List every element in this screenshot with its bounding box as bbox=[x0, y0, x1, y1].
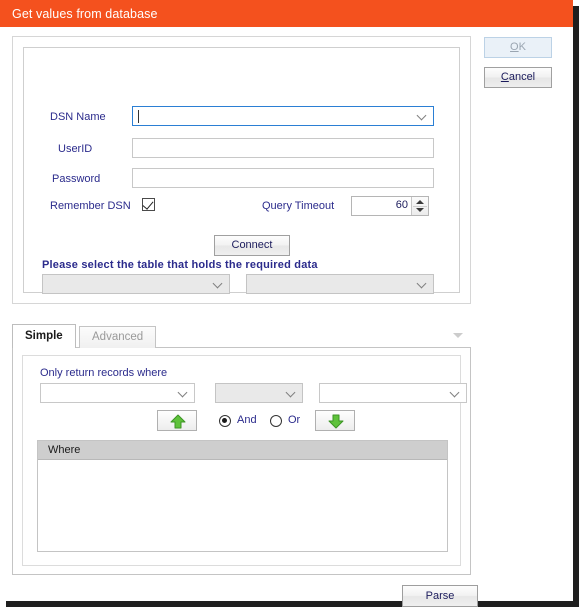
spinner-up-icon[interactable] bbox=[416, 200, 424, 204]
table-combo[interactable] bbox=[42, 274, 230, 294]
filter-operator-combo[interactable] bbox=[215, 383, 303, 403]
connect-button[interactable]: Connect bbox=[214, 235, 290, 256]
tab-body: Only return records where And Or Where bbox=[12, 348, 471, 575]
radio-or[interactable] bbox=[270, 415, 282, 427]
tab-simple-label: Simple bbox=[25, 330, 63, 342]
title-bar: Get values from database bbox=[0, 0, 573, 27]
chevron-down-icon bbox=[418, 111, 426, 119]
chevron-down-icon bbox=[287, 388, 295, 396]
connection-panel: DSN Name UserID Password Remember DSN Qu… bbox=[12, 36, 471, 304]
tab-advanced[interactable]: Advanced bbox=[79, 326, 157, 348]
query-tab-panel: Simple Advanced Only return records wher… bbox=[12, 324, 471, 575]
userid-label: UserID bbox=[58, 143, 93, 155]
tab-advanced-label: Advanced bbox=[92, 331, 144, 343]
where-column-header: Where bbox=[38, 441, 447, 460]
arrow-down-icon bbox=[328, 414, 344, 429]
simple-filter-pane: Only return records where And Or Where bbox=[22, 355, 467, 566]
dsn-name-label: DSN Name bbox=[50, 111, 106, 123]
chevron-down-icon bbox=[214, 279, 222, 287]
connection-panel-inner: DSN Name UserID Password Remember DSN Qu… bbox=[23, 47, 460, 294]
spinner-divider bbox=[413, 206, 427, 207]
radio-or-label: Or bbox=[288, 414, 301, 426]
chevron-down-icon bbox=[451, 388, 459, 396]
arrow-up-icon bbox=[170, 414, 186, 429]
userid-input[interactable] bbox=[132, 138, 434, 158]
parse-button[interactable]: Parse bbox=[402, 585, 478, 607]
remember-dsn-checkbox[interactable] bbox=[142, 198, 155, 211]
query-timeout-value: 60 bbox=[395, 199, 408, 211]
chevron-down-icon bbox=[418, 279, 426, 287]
cancel-button[interactable]: Cancel bbox=[484, 67, 552, 88]
radio-and[interactable] bbox=[219, 415, 231, 427]
radio-and-dot bbox=[222, 418, 227, 423]
table-select-prompt: Please select the table that holds the r… bbox=[42, 259, 318, 271]
dialog-window: Get values from database OK Cancel DSN N… bbox=[0, 0, 573, 607]
ok-button[interactable]: OK bbox=[484, 37, 552, 58]
window-title: Get values from database bbox=[12, 6, 158, 21]
remember-dsn-label: Remember DSN bbox=[50, 200, 131, 212]
query-timeout-label: Query Timeout bbox=[262, 200, 335, 212]
password-label: Password bbox=[52, 173, 101, 185]
chevron-down-icon bbox=[179, 388, 187, 396]
tab-simple[interactable]: Simple bbox=[12, 324, 76, 348]
radio-and-label: And bbox=[237, 414, 257, 426]
column-combo[interactable] bbox=[246, 274, 434, 294]
move-up-button[interactable] bbox=[157, 410, 197, 431]
dsn-name-combo[interactable] bbox=[132, 106, 434, 126]
cancel-button-accel: C bbox=[500, 71, 509, 83]
move-down-button[interactable] bbox=[315, 410, 355, 431]
where-clause-list[interactable]: Where bbox=[37, 440, 448, 552]
cancel-button-label: ancel bbox=[508, 71, 536, 83]
ok-button-label: K bbox=[518, 41, 526, 53]
dialog-action-buttons: OK Cancel bbox=[484, 37, 554, 97]
spinner-down-icon[interactable] bbox=[416, 208, 424, 212]
query-timeout-stepper[interactable]: 60 bbox=[351, 196, 429, 216]
filter-field-combo[interactable] bbox=[40, 383, 195, 403]
dialog-client-area: OK Cancel DSN Name UserID Password Remem… bbox=[0, 27, 573, 607]
password-input[interactable] bbox=[132, 168, 434, 188]
tab-strip: Simple Advanced bbox=[12, 324, 471, 348]
filter-value-combo[interactable] bbox=[319, 383, 467, 403]
chevron-down-icon[interactable] bbox=[453, 333, 463, 338]
text-caret bbox=[138, 110, 139, 123]
check-icon bbox=[142, 198, 154, 210]
ok-button-accel: O bbox=[510, 41, 519, 53]
query-timeout-spin-buttons[interactable] bbox=[411, 197, 428, 215]
filter-heading: Only return records where bbox=[40, 367, 168, 379]
